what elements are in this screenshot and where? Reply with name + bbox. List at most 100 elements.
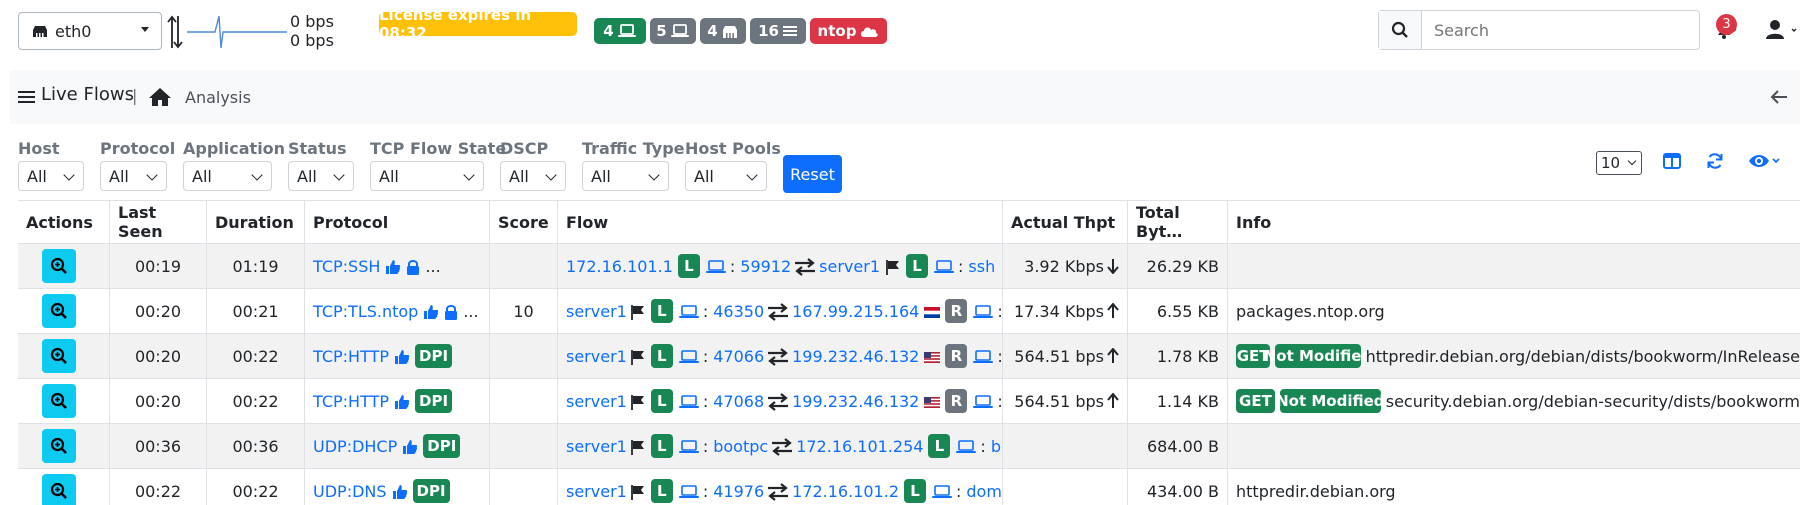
server-host-link[interactable]: 199.232.46.132 (792, 392, 919, 411)
tcp-flow-state-filter-select[interactable]: All (370, 161, 484, 191)
client-port-link[interactable]: bootpc (713, 437, 768, 456)
client-port-link[interactable]: 59912 (740, 257, 791, 276)
client-port-link[interactable]: 47068 (713, 392, 764, 411)
app-protocol-link[interactable]: DNS (352, 482, 386, 501)
total-bytes-cell: 6.55 KB (1127, 289, 1227, 333)
exchange-arrows-icon (795, 257, 816, 276)
flows-badge[interactable]: 16 (750, 18, 806, 44)
ntop-cloud-badge[interactable]: ntop (810, 18, 887, 44)
server-host-link[interactable]: server1 (819, 257, 880, 276)
column-header-total-bytes[interactable]: Total Byt… (1127, 201, 1227, 243)
duration-cell: 00:21 (206, 289, 304, 333)
protocol-cell: TCP: HTTP DPI (304, 334, 489, 378)
breadcrumb-section[interactable]: Analysis (185, 88, 251, 107)
protocol-cell: TCP: HTTP DPI (304, 379, 489, 423)
client-port-link[interactable]: 47066 (713, 347, 764, 366)
score-cell (489, 469, 557, 505)
filter-label-tcp-flow-state: TCP Flow State (370, 139, 507, 158)
app-protocol-link[interactable]: HTTP (348, 392, 389, 411)
arrow-left-icon[interactable] (1770, 89, 1788, 105)
flows-table: Actions Last Seen Duration Protocol Scor… (18, 200, 1800, 505)
app-protocol-link[interactable]: TLS.ntop (348, 302, 418, 321)
protocol-cell: TCP: TLS.ntop... (304, 289, 489, 333)
chevron-down-icon (63, 169, 75, 181)
devices-badge[interactable]: 4 (700, 18, 746, 44)
client-port-link[interactable]: 41976 (713, 482, 764, 501)
client-port-link[interactable]: 46350 (713, 302, 764, 321)
flow-details-button[interactable] (42, 384, 76, 418)
port-separator: : (702, 391, 709, 411)
laptop-icon (705, 260, 726, 273)
flow-details-button[interactable] (42, 339, 76, 373)
column-header-last-seen[interactable]: Last Seen (109, 201, 206, 243)
remote-hosts-badge[interactable]: 5 (650, 18, 696, 44)
columns-icon[interactable] (1663, 152, 1681, 170)
info-text: packages.ntop.org (1236, 301, 1385, 321)
throughput-value: 3.92 Kbps (1024, 256, 1104, 276)
client-host-link[interactable]: server1 (566, 347, 627, 366)
interface-selector[interactable]: eth0 (18, 12, 162, 50)
throughput-cell: 17.34 Kbps (1002, 289, 1127, 333)
l4-protocol-link[interactable]: TCP (313, 257, 343, 276)
flow-details-button[interactable] (42, 294, 76, 328)
column-header-info[interactable]: Info (1227, 201, 1800, 243)
column-header-duration[interactable]: Duration (206, 201, 304, 243)
host-pools-filter-select[interactable]: All (685, 161, 767, 191)
column-header-flow[interactable]: Flow (557, 201, 1002, 243)
flow-details-button[interactable] (42, 474, 76, 505)
l4-protocol-link[interactable]: UDP (313, 482, 347, 501)
l4-protocol-link[interactable]: UDP (313, 437, 347, 456)
search-input[interactable] (1422, 11, 1699, 49)
column-header-actions[interactable]: Actions (18, 201, 109, 243)
server-port-link[interactable]: bo... (991, 437, 1002, 456)
flag-icon (630, 305, 644, 320)
l4-protocol-link[interactable]: TCP (313, 347, 343, 366)
column-header-score[interactable]: Score (489, 201, 557, 243)
exchange-arrows-icon (768, 482, 789, 501)
hamburger-menu-icon[interactable] (18, 89, 35, 105)
laptop-icon (617, 24, 636, 37)
server-host-link[interactable]: 167.99.215.164 (792, 302, 919, 321)
flow-details-button[interactable] (42, 429, 76, 463)
server-host-link[interactable]: 172.16.101.254 (796, 437, 923, 456)
status-filter-select[interactable]: All (288, 161, 354, 191)
info-text: httpredir.debian.org (1236, 481, 1396, 501)
arrow-up-icon (1107, 348, 1119, 363)
app-protocol-link[interactable]: HTTP (348, 347, 389, 366)
filter-label-status: Status (288, 139, 347, 158)
column-header-protocol[interactable]: Protocol (304, 201, 489, 243)
dscp-filter-select[interactable]: All (500, 161, 566, 191)
eye-icon[interactable] (1748, 152, 1782, 170)
server-port-link[interactable]: domain (966, 482, 1002, 501)
server-port-link[interactable]: ssh (968, 257, 995, 276)
refresh-icon[interactable] (1706, 152, 1724, 170)
server-host-link[interactable]: 172.16.101.2 (792, 482, 899, 501)
l4-protocol-link[interactable]: TCP (313, 392, 343, 411)
client-host-link[interactable]: server1 (566, 392, 627, 411)
user-icon[interactable] (1766, 19, 1800, 41)
client-host-link[interactable]: 172.16.101.1 (566, 257, 673, 276)
l4-protocol-link[interactable]: TCP (313, 302, 343, 321)
column-header-actual-thpt[interactable]: Actual Thpt (1002, 201, 1127, 243)
laptop-icon (934, 260, 954, 273)
chevron-down-icon (545, 169, 557, 181)
actions-cell (18, 424, 109, 468)
page-length-select[interactable]: 10 (1596, 151, 1642, 175)
badge-count: 4 (603, 22, 614, 40)
traffic-type-filter-select[interactable]: All (582, 161, 669, 191)
client-host-link[interactable]: server1 (566, 482, 627, 501)
protocol-filter-select[interactable]: All (100, 161, 167, 191)
flow-details-button[interactable] (42, 249, 76, 283)
host-filter-select[interactable]: All (18, 161, 84, 191)
server-host-link[interactable]: 199.232.46.132 (792, 347, 919, 366)
app-protocol-link[interactable]: DHCP (352, 437, 397, 456)
home-icon[interactable] (148, 87, 172, 107)
client-host-link[interactable]: server1 (566, 437, 627, 456)
reset-button[interactable]: Reset (783, 155, 842, 193)
client-host-link[interactable]: server1 (566, 302, 627, 321)
search-button[interactable] (1379, 11, 1422, 49)
app-protocol-link[interactable]: SSH (348, 257, 380, 276)
filter-label-host-pools: Host Pools (685, 139, 781, 158)
active-local-hosts-badge[interactable]: 4 (594, 18, 646, 44)
application-filter-select[interactable]: All (183, 161, 272, 191)
